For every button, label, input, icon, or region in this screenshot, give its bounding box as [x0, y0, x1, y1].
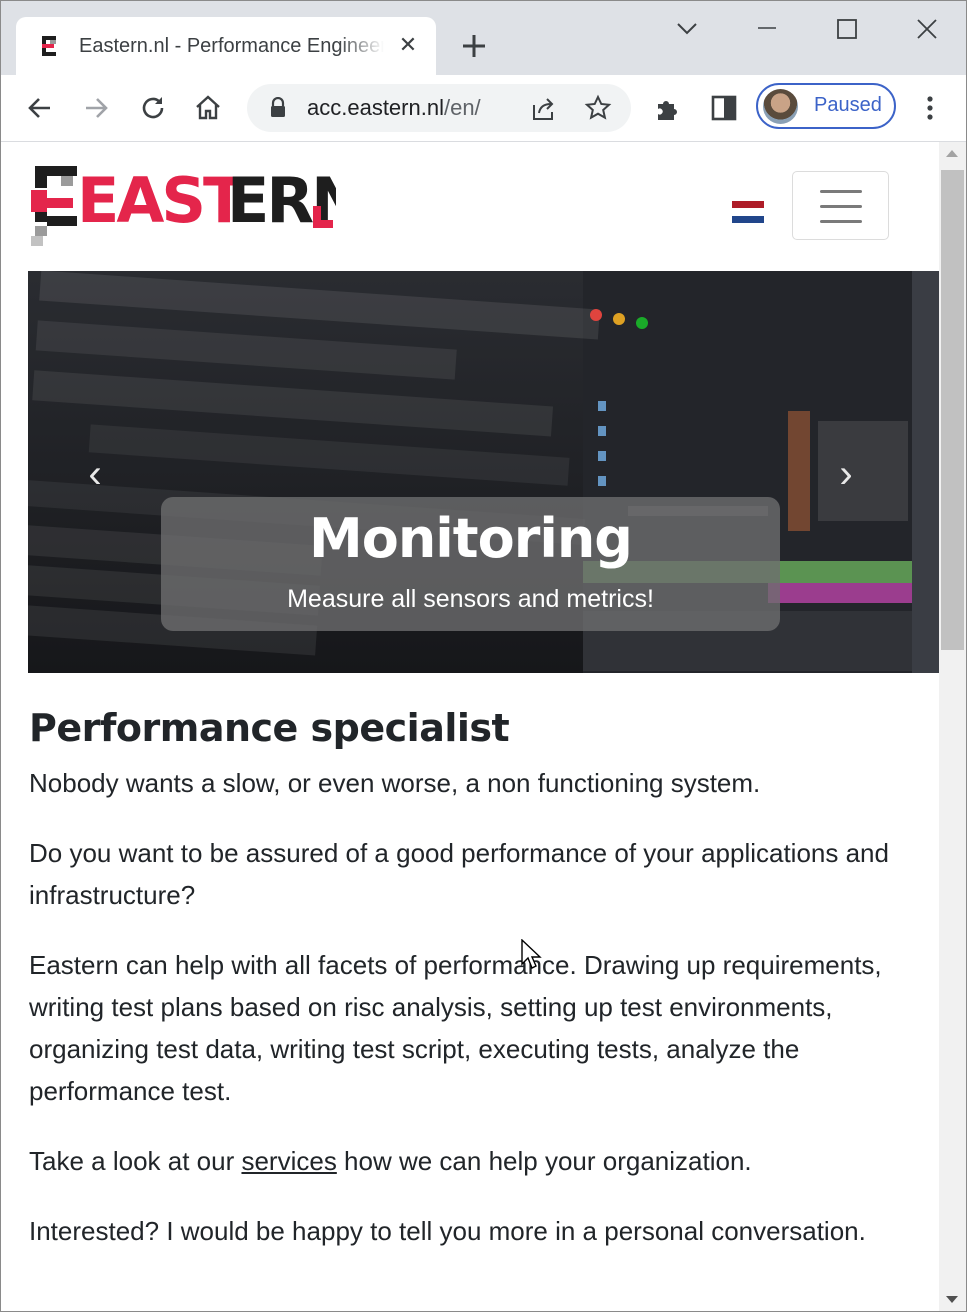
paragraph: Interested? I would be happy to tell you… — [29, 1216, 866, 1246]
hamburger-line — [820, 190, 862, 193]
avatar — [763, 89, 798, 124]
scroll-up-arrow-icon[interactable] — [946, 150, 958, 157]
paragraph: Take a look at our services how we can h… — [29, 1140, 919, 1182]
mouse-cursor-icon — [521, 939, 542, 969]
services-link[interactable]: services — [241, 1146, 336, 1176]
hamburger-line — [820, 205, 862, 208]
hamburger-line — [820, 220, 862, 223]
back-icon[interactable] — [24, 92, 56, 124]
carousel-caption-title: Monitoring — [309, 507, 633, 570]
page-heading: Performance specialist — [29, 706, 510, 750]
article: Performance specialist Nobody wants a sl… — [29, 702, 919, 1280]
share-icon[interactable] — [529, 95, 557, 123]
maximize-icon[interactable] — [829, 11, 865, 47]
lock-icon[interactable] — [269, 97, 287, 119]
plus-icon[interactable] — [459, 31, 489, 61]
eastern-logo[interactable]: EAST ERN — [31, 166, 336, 246]
url-text[interactable]: acc.eastern.nl/en/ — [307, 95, 481, 121]
tab-title: Eastern.nl - Performance Engineering — [79, 35, 384, 57]
scroll-down-arrow-icon[interactable] — [946, 1296, 958, 1303]
profile-status: Paused — [814, 94, 882, 116]
scrollbar-thumb[interactable] — [941, 170, 964, 650]
profile-button[interactable]: Paused — [756, 83, 896, 129]
star-icon[interactable] — [584, 94, 612, 122]
reload-icon[interactable] — [137, 92, 169, 124]
side-panel-icon[interactable] — [708, 92, 740, 124]
paragraph-text: how we can help your organization. — [336, 1146, 752, 1176]
minimize-icon[interactable] — [749, 11, 785, 47]
window-close-icon[interactable] — [909, 11, 945, 47]
chevron-down-icon[interactable] — [669, 11, 705, 47]
web-page: EAST ERN — [1, 142, 939, 1311]
home-icon[interactable] — [192, 92, 224, 124]
tab-active[interactable]: Eastern.nl - Performance Engineering ✕ — [16, 17, 436, 75]
carousel-side-edge — [912, 271, 939, 673]
close-icon[interactable]: ✕ — [396, 33, 420, 57]
paragraph-text: Take a look at our — [29, 1146, 242, 1176]
carousel-caption: Monitoring Measure all sensors and metri… — [161, 497, 780, 631]
toolbar: acc.eastern.nl/en/ Paused — [1, 75, 966, 142]
forward-icon[interactable] — [80, 92, 112, 124]
carousel-caption-text: Measure all sensors and metrics! — [287, 585, 654, 613]
extensions-icon[interactable] — [652, 92, 684, 124]
paragraph: Do you want to be assured of a good perf… — [29, 838, 889, 910]
svg-text:EAST: EAST — [77, 166, 245, 237]
carousel-slide: ‹ › Monitoring Measure all sensors and m… — [28, 271, 912, 673]
carousel-prev-button[interactable]: ‹ — [80, 449, 110, 499]
paragraph: Eastern can help with all facets of perf… — [29, 950, 882, 1106]
vertical-scrollbar[interactable] — [939, 142, 966, 1311]
favicon-icon — [42, 36, 56, 56]
address-bar[interactable]: acc.eastern.nl/en/ — [247, 84, 631, 132]
menu-dots-icon[interactable] — [914, 92, 946, 124]
paragraph: Nobody wants a slow, or even worse, a no… — [29, 768, 761, 798]
carousel-next-button[interactable]: › — [831, 449, 861, 499]
browser-window: Eastern.nl - Performance Engineering ✕ a… — [0, 0, 967, 1312]
tab-strip: Eastern.nl - Performance Engineering ✕ — [1, 1, 966, 75]
menu-toggle-button[interactable] — [792, 171, 889, 240]
dutch-flag-icon[interactable] — [732, 201, 764, 223]
